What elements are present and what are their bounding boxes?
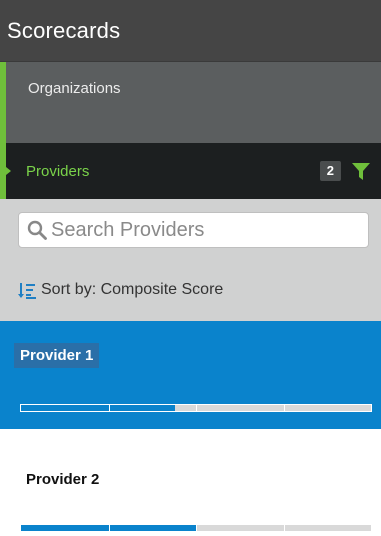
organizations-label: Organizations	[28, 80, 121, 97]
search-input[interactable]	[51, 218, 351, 242]
provider-card-2[interactable]: Provider 2	[0, 429, 381, 536]
filter-icon[interactable]	[351, 162, 371, 180]
score-bar-divider	[283, 405, 285, 411]
search-icon	[27, 220, 47, 240]
score-bar-divider	[108, 405, 110, 411]
scorecards-panel: Scorecards Organizations Providers 2 Sea…	[0, 0, 381, 536]
score-bar-divider	[108, 525, 110, 531]
sort-descending-icon	[18, 282, 36, 300]
score-bar-divider	[196, 405, 197, 411]
active-indicator-icon	[6, 167, 11, 175]
sort-control[interactable]: Sort by: Composite Score	[0, 279, 381, 321]
page-title: Scorecards	[7, 17, 121, 43]
search-area	[0, 199, 381, 279]
search-box[interactable]	[18, 212, 369, 248]
organizations-accent-bar	[0, 62, 6, 143]
nav-item-providers[interactable]: Providers 2	[0, 143, 381, 199]
nav-item-organizations[interactable]: Organizations	[0, 62, 381, 143]
provider-name: Provider 1	[14, 343, 100, 368]
score-bar-divider	[283, 525, 285, 531]
composite-score-bar	[20, 404, 372, 412]
provider-card-1[interactable]: Provider 1	[0, 321, 381, 429]
providers-label: Providers	[26, 162, 90, 180]
score-bar-divider	[196, 525, 197, 531]
filter-count-badge: 2	[319, 161, 341, 181]
composite-score-fill	[21, 405, 175, 411]
app-header: Scorecards	[0, 0, 381, 62]
sort-label: Sort by: Composite Score	[41, 281, 224, 298]
provider-name: Provider 2	[26, 471, 100, 488]
composite-score-bar	[20, 524, 372, 532]
